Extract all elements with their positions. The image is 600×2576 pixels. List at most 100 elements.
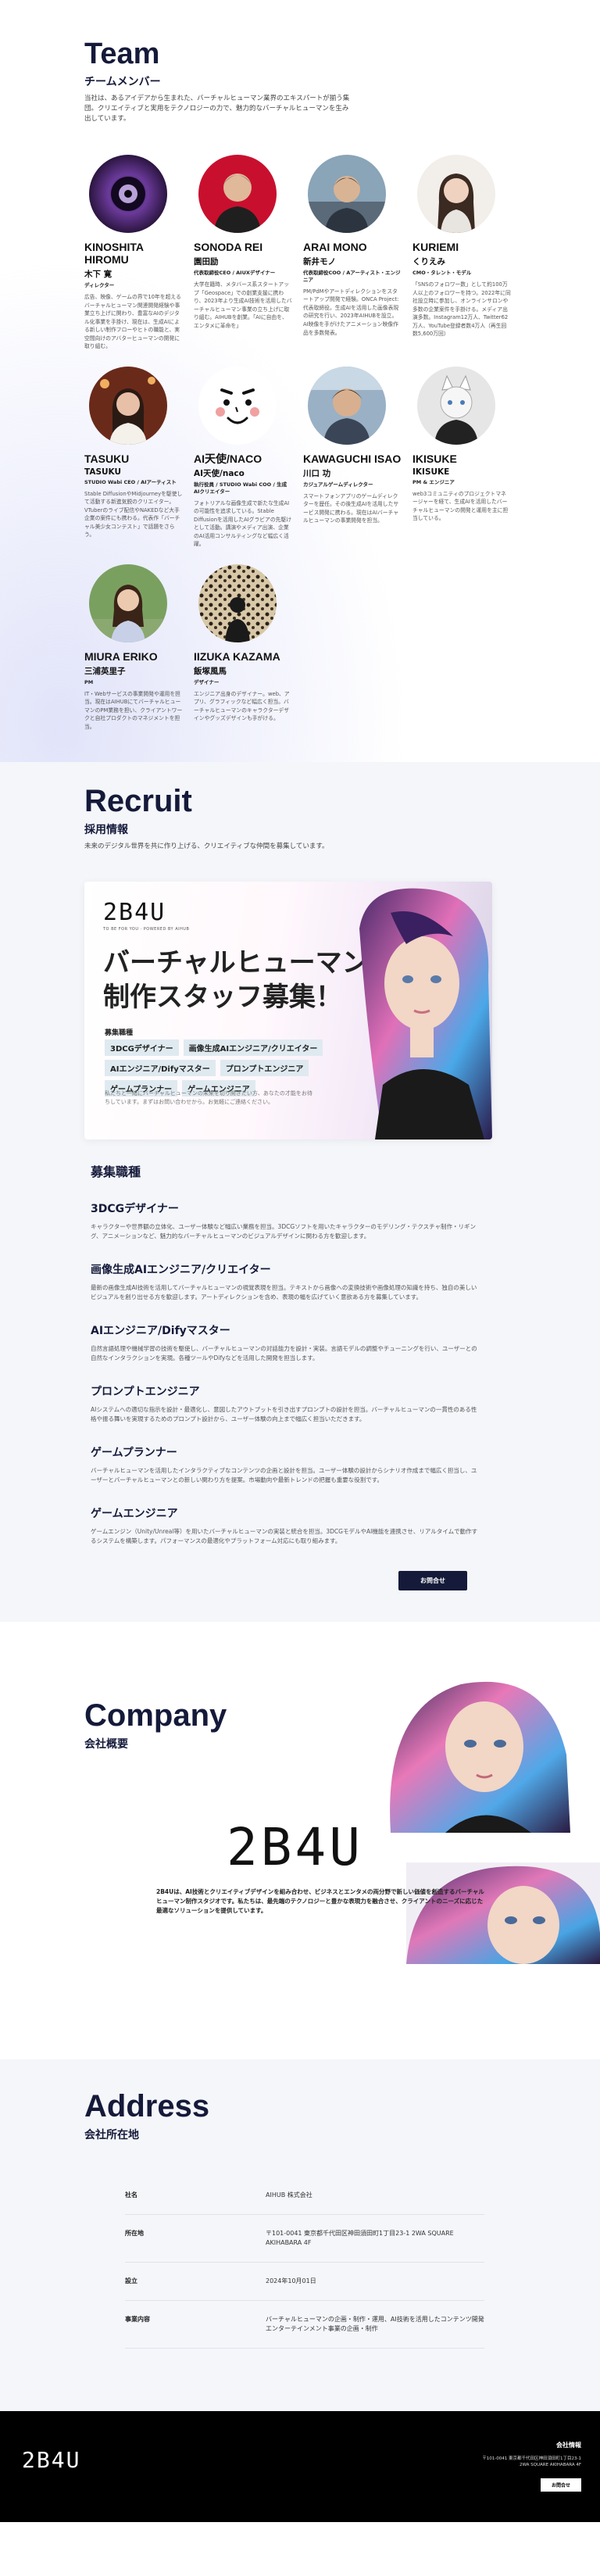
company-character-image	[375, 1661, 570, 1833]
team-section: Team チームメンバー 当社は、あるアイデアから生まれた、バーチャルヒューマン…	[0, 0, 600, 762]
member-name: KAWAGUCHI ISAO	[303, 452, 402, 465]
member-name: IKISUKE	[412, 452, 457, 465]
job-tag: プロンプトエンジニア	[220, 1060, 309, 1076]
team-member: KINOSHITA HIROMU 木下 寛 ディレクター 広告、映像、ゲームの界…	[84, 155, 183, 351]
team-member: KURIEMI くりえみ CMO・タレント・モデル 「SNSのフォロワー数」とし…	[412, 155, 511, 351]
member-photo	[417, 366, 495, 445]
banner-character-image	[336, 882, 492, 1140]
member-photo	[417, 155, 495, 234]
jobs-title: 募集職種	[91, 1165, 141, 1179]
company-logo: 2B4U	[227, 1817, 363, 1877]
member-name-jp: AI天使/naco	[194, 469, 245, 479]
team-member: AI天使/naco AI天使/naco 執行役員 / STUDIO Wabi C…	[194, 366, 292, 549]
table-row: 所在地 〒101-0041 東京都千代田区神田須田町1丁目23-1 2WA SQ…	[125, 2214, 484, 2263]
company-info-table: 社名 AIHUB 株式会社 所在地 〒101-0041 東京都千代田区神田須田町…	[125, 2177, 484, 2349]
banner-logo-tagline: TO BE FOR YOU · POWERED BY AIHUB	[103, 927, 190, 932]
address-section: Address 会社所在地 社名 AIHUB 株式会社 所在地 〒101-004…	[0, 2059, 600, 2411]
member-role: 代表取締役COO / Aアーティスト・エンジニア	[303, 270, 401, 284]
recruit-title: Recruit	[84, 784, 192, 819]
member-bio: 「SNSのフォロワー数」として約100万人以上のフォロワーを持つ。2022年に同…	[412, 281, 511, 338]
member-name: TASUKU	[84, 452, 130, 465]
table-row: 設立 2024年10月01日	[125, 2262, 484, 2301]
member-role: CMO・タレント・モデル	[412, 270, 472, 277]
row-value: 〒101-0041 東京都千代田区神田須田町1丁目23-1 2WA SQUARE…	[266, 2214, 484, 2263]
member-role: PM & エンジニア	[412, 479, 455, 486]
member-name: ARAI MONO	[303, 241, 367, 254]
footer-company-link[interactable]: 会社情報	[472, 2441, 581, 2449]
row-value: バーチャルヒューマンの企画・制作・運用、AI技術を活用したコンテンツ開発エンター…	[266, 2300, 484, 2349]
row-label: 設立	[125, 2262, 266, 2301]
member-bio: エンジニア出身のデザイナー。web、アプリ、グラフィックなど幅広く担当。バーチャ…	[194, 690, 290, 722]
member-photo	[308, 155, 386, 234]
address-subtitle: 会社所在地	[84, 2129, 139, 2141]
job-item: AIエンジニア/Difyマスター 自然言語処理や機械学習の技術を駆使し、バーチャ…	[91, 1322, 481, 1363]
member-bio: IT・Webサービスの事業開発や運用を担当。現在はAIHUBにてバーチャルヒュー…	[84, 690, 183, 730]
member-photo	[198, 564, 277, 642]
team-member: TASUKU TASUKU STUDIO Wabi CEO / AIアーティスト…	[84, 366, 183, 549]
page: Team チームメンバー 当社は、あるアイデアから生まれた、バーチャルヒューマン…	[0, 0, 600, 2522]
company-description: 2B4Uは、AI技術とクリエイティブデザインを組み合わせ、ビジネスとエンタメの両…	[156, 1888, 484, 1914]
member-role: PM	[84, 678, 94, 685]
team-member: IKISUKE IKISUKE PM & エンジニア web3コミュニティのプロ…	[412, 366, 511, 549]
member-name: SONODA REI	[194, 241, 263, 254]
member-role: 執行役員 / STUDIO Wabi COO / 生成AIクリエイター	[194, 481, 288, 495]
contact-button[interactable]: お問合せ	[398, 1571, 467, 1590]
member-role: ディレクター	[84, 282, 115, 289]
job-item: ゲームエンジニア ゲームエンジン（Unity/Unreal等）を用いたバーチャル…	[91, 1505, 481, 1546]
member-bio: web3コミュニティのプロジェクトマネージャーを経て、生成AIを活用したバーチャ…	[412, 490, 509, 522]
member-photo	[89, 155, 167, 234]
job-description: キャラクターや世界観の立体化、ユーザー体験など幅広い業務を担当。3DCGソフトを…	[91, 1223, 477, 1240]
member-bio: 大学在籍時、メタバース系スタートアップ「Geospace」での創業支援に携わり、…	[194, 281, 292, 329]
member-name-jp: 木下 寛	[84, 270, 112, 280]
member-name-jp: 新井モノ	[303, 257, 336, 267]
team-member: SONODA REI 園田励 代表取締役CEO / AIUXデザイナー 大学在籍…	[194, 155, 292, 351]
job-item: プロンプトエンジニア AIシステムへの適切な指示を設計・最適化し、意図したアウト…	[91, 1383, 481, 1424]
recruit-banner: 2B4U TO BE FOR YOU · POWERED BY AIHUB バー…	[84, 882, 492, 1140]
member-name-jp: TASUKU	[84, 467, 122, 478]
jobs-list: 募集職種 3DCGデザイナー キャラクターや世界観の立体化、ユーザー体験など幅広…	[91, 1161, 481, 1546]
recruit-section: Recruit 採用情報 未来のデジタル世界を共に作り上げる、クリエイティブな仲…	[0, 762, 600, 1622]
job-tag: 3DCGデザイナー	[105, 1039, 179, 1056]
banner-title: バーチャルヒューマン制作スタッフ募集！	[103, 947, 369, 1014]
member-role: デザイナー	[194, 678, 220, 685]
member-name-jp: 園田励	[194, 257, 219, 267]
team-member: KAWAGUCHI ISAO 川口 功 カジュアルゲームディレクター スマートフ…	[303, 366, 402, 549]
member-bio: Stable DiffusionやMidjourneyを駆使して活動する新進気鋭…	[84, 490, 183, 538]
member-name-jp: くりえみ	[412, 257, 445, 267]
team-header: Team チームメンバー 当社は、あるアイデアから生まれた、バーチャルヒューマン…	[0, 39, 600, 123]
job-title: ゲームプランナー	[91, 1447, 177, 1459]
member-name: KINOSHITA HIROMU	[84, 241, 144, 267]
footer-info: 会社情報 〒101-0041 東京都千代田区神田須田町1丁目23-1 2WA S…	[472, 2441, 581, 2492]
member-name-jp: 飯塚風馬	[194, 666, 227, 676]
member-photo	[308, 366, 386, 445]
member-photo	[198, 366, 277, 445]
job-description: 自然言語処理や機械学習の技術を駆使し、バーチャルヒューマンの対話能力を設計・実装…	[91, 1345, 477, 1361]
address-header: Address 会社所在地	[0, 2091, 600, 2142]
job-description: バーチャルヒューマンを活用したインタラクティブなコンテンツの企画と設計を担当。ユ…	[91, 1467, 477, 1483]
row-value: 2024年10月01日	[266, 2262, 484, 2301]
member-role: STUDIO Wabi CEO / AIアーティスト	[84, 479, 177, 486]
member-role: カジュアルゲームディレクター	[303, 481, 373, 488]
recruit-header: Recruit 採用情報 未来のデジタル世界を共に作り上げる、クリエイティブな仲…	[0, 785, 600, 852]
member-name: KURIEMI	[412, 241, 459, 254]
team-member: IIZUKA KAZAMA 飯塚風馬 デザイナー エンジニア出身のデザイナー。w…	[194, 564, 292, 732]
job-item: 画像生成AIエンジニア/クリエイター 最新の画像生成AI技術を活用してバーチャル…	[91, 1261, 481, 1302]
table-row: 社名 AIHUB 株式会社	[125, 2177, 484, 2215]
company-title: Company	[84, 1698, 227, 1733]
member-name: MIURA ERIKO	[84, 649, 158, 663]
footer-logo[interactable]: 2B4U	[22, 2447, 80, 2473]
job-title: プロンプトエンジニア	[91, 1386, 200, 1398]
team-subtitle: チームメンバー	[84, 76, 161, 88]
member-photo	[89, 564, 167, 642]
member-role: 代表取締役CEO / AIUXデザイナー	[194, 270, 276, 277]
job-item: ゲームプランナー バーチャルヒューマンを活用したインタラクティブなコンテンツの企…	[91, 1444, 481, 1485]
team-title: Team	[84, 38, 160, 70]
footer-address: 〒101-0041 東京都千代田区神田須田町1丁目23-1 2WA SQUARE…	[482, 2456, 581, 2468]
job-tag: AIエンジニア/Difyマスター	[105, 1060, 216, 1076]
banner-logo: 2B4U	[103, 899, 166, 926]
footer-contact-button[interactable]: お問合せ	[540, 2478, 581, 2492]
team-member: MIURA ERIKO 三浦英里子 PM IT・Webサービスの事業開発や運用を…	[84, 564, 183, 732]
banner-note: 私たちと一緒にバーチャルヒューマンの未来を切り開きたい方、あなたの才能をお待ちし…	[105, 1090, 312, 1105]
company-section: Company 会社概要 2B4U 2B4Uは、AI技術とクリエイティブデザイン…	[0, 1622, 600, 2059]
job-tag: 画像生成AIエンジニア/クリエイター	[183, 1039, 323, 1056]
